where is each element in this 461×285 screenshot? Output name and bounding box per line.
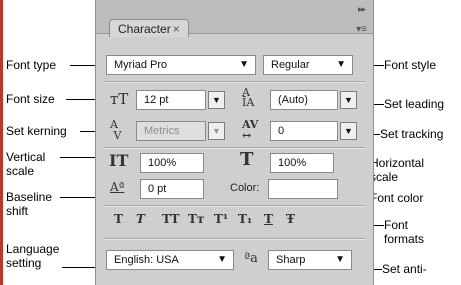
leading-field[interactable]: (Auto) [270, 90, 338, 110]
panel-menu-icon[interactable]: ▾≡ [356, 24, 367, 35]
subscript-button[interactable]: T₁ [238, 212, 252, 226]
antialias-dropdown[interactable]: Sharp ▼ [268, 250, 352, 270]
kerning-icon: A V [110, 118, 122, 142]
antialias-icon: ªa [244, 251, 258, 266]
font-family-dropdown[interactable]: Myriad Pro ▼ [106, 55, 256, 75]
superscript-button[interactable]: T¹ [214, 212, 228, 226]
callout-set-tracking: Set tracking [380, 127, 444, 141]
character-panel: ▸▸ ▾≡ Character × Myriad Pro ▼ Regular ▼ … [95, 0, 374, 285]
vertical-scale-field[interactable]: 100% [140, 153, 204, 173]
vertical-scale-value: 100% [148, 157, 177, 169]
callout-font-size: Font size [6, 92, 55, 106]
font-size-dropdown-button[interactable]: ▼ [208, 91, 225, 109]
window-edge [0, 0, 3, 285]
color-label: Color: [230, 182, 260, 194]
baseline-shift-icon: Aª [110, 180, 125, 194]
callout-set-leading: Set leading [384, 97, 445, 111]
divider [104, 238, 365, 240]
divider [104, 147, 365, 149]
strikethrough-button[interactable]: Ŧ [286, 212, 295, 226]
callout-set-anti: Set anti- [382, 262, 427, 276]
callout-vertical-scale: Vertical scale [6, 150, 46, 178]
all-caps-button[interactable]: TT [162, 212, 179, 226]
font-style-value: Regular [271, 59, 310, 71]
callout-baseline-shift: Baseline shift [6, 190, 53, 218]
chevron-down-icon: ▼ [239, 59, 249, 70]
chevron-down-icon: ▼ [335, 254, 345, 265]
leading-dropdown-button[interactable]: ▼ [340, 91, 357, 109]
tab-label: Character [118, 22, 171, 36]
callout-horizontal-scale: Horizontal scale [370, 156, 425, 184]
underline-button[interactable]: T [264, 212, 273, 226]
callout-font-formats: Font formats [384, 218, 425, 246]
font-size-field[interactable]: 12 pt [136, 90, 206, 110]
divider [104, 205, 365, 207]
font-size-value: 12 pt [144, 94, 169, 106]
tracking-dropdown-button[interactable]: ▼ [340, 122, 357, 140]
language-dropdown[interactable]: English: USA ▼ [106, 250, 234, 270]
leading-icon: A ĪA [242, 86, 255, 109]
language-value: English: USA [114, 254, 179, 266]
callout-line [66, 99, 98, 100]
font-size-icon: ᴛT [110, 90, 129, 108]
chevron-down-icon: ▼ [336, 59, 346, 70]
small-caps-button[interactable]: Tт [188, 212, 204, 226]
kerning-dropdown-button[interactable]: ▼ [208, 122, 225, 140]
font-family-value: Myriad Pro [114, 59, 168, 71]
collapse-arrows-icon[interactable]: ▸▸ [358, 4, 366, 15]
horizontal-scale-icon: T [240, 149, 254, 170]
tab-character[interactable]: Character × [109, 19, 189, 37]
tracking-field[interactable]: 0 [270, 121, 338, 141]
vertical-scale-icon: IT [109, 151, 129, 170]
bold-button[interactable]: T [114, 212, 123, 226]
italic-button[interactable]: T [136, 212, 145, 226]
color-swatch[interactable] [268, 179, 338, 199]
baseline-shift-value: 0 pt [148, 183, 167, 195]
horizontal-scale-field[interactable]: 100% [270, 153, 334, 173]
callout-set-kerning: Set kerning [6, 124, 67, 138]
chevron-down-icon: ▼ [217, 254, 227, 265]
callout-font-type: Font type [6, 58, 57, 72]
antialias-value: Sharp [276, 254, 306, 266]
divider [104, 81, 365, 83]
kerning-value: Metrics [144, 125, 180, 137]
callout-line [60, 157, 100, 158]
tracking-icon: AV ↔ [242, 118, 259, 142]
kerning-field[interactable]: Metrics [136, 121, 206, 141]
tracking-value: 0 [278, 125, 285, 137]
leading-value: (Auto) [278, 94, 308, 106]
callout-language-setting: Language setting [6, 242, 60, 270]
close-icon[interactable]: × [173, 22, 180, 36]
callout-font-style: Font style [384, 58, 437, 72]
font-style-dropdown[interactable]: Regular ▼ [263, 55, 353, 75]
horizontal-scale-value: 100% [278, 157, 307, 169]
baseline-shift-field[interactable]: 0 pt [140, 179, 204, 199]
callout-font-color: Font color [370, 191, 424, 205]
